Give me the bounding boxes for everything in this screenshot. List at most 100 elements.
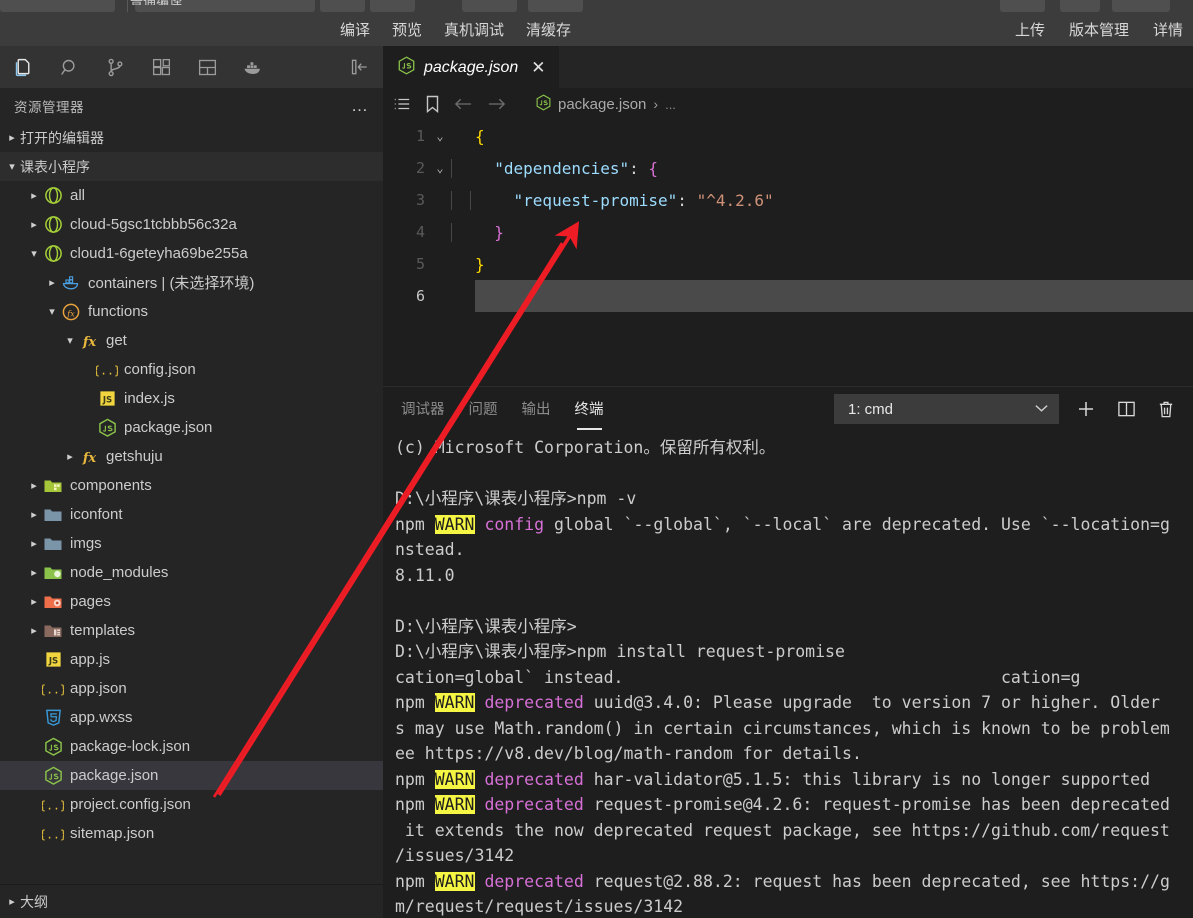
fold-chevron-down-icon[interactable]: ⌄ <box>429 161 451 175</box>
code-line[interactable]: 4 } <box>383 216 1193 248</box>
breadcrumb-file[interactable]: package.json <box>558 96 646 113</box>
refresh-button[interactable] <box>320 0 365 12</box>
twisty-icon[interactable] <box>26 479 42 492</box>
code-line-text: { <box>451 127 485 146</box>
terminal-text: request@2.88.2: request has been depreca… <box>583 871 1170 891</box>
twisty-icon[interactable] <box>26 508 42 521</box>
tab-terminal[interactable]: 终端 <box>575 398 604 430</box>
twisty-icon[interactable] <box>44 305 60 318</box>
twisty-icon[interactable] <box>62 450 78 463</box>
terminal-output[interactable]: (c) Microsoft Corporation。保留所有权利。 D:\小程序… <box>383 431 1193 918</box>
tree-item[interactable]: package.json <box>0 761 383 790</box>
tree-item[interactable]: {..} app.json <box>0 674 383 703</box>
twisty-icon[interactable] <box>62 334 78 347</box>
chevron-right-icon: › <box>653 96 659 112</box>
terminal-text: deprecated <box>484 871 584 891</box>
tree-item[interactable]: containers | (未选择环境) <box>0 268 383 297</box>
tree-item[interactable]: fxget <box>0 326 383 355</box>
terminal-line: it extends the now deprecated request pa… <box>395 818 1193 844</box>
explorer-icon[interactable] <box>0 46 46 88</box>
tree-item[interactable]: node_modules <box>0 558 383 587</box>
close-icon[interactable]: ✕ <box>531 59 545 76</box>
menu-upload[interactable]: 上传 <box>1015 19 1045 40</box>
tree-item[interactable]: {..} project.config.json <box>0 790 383 819</box>
tab-debugger[interactable]: 调试器 <box>401 398 445 421</box>
fold-chevron-down-icon[interactable]: ⌄ <box>429 129 451 143</box>
debug-button[interactable] <box>462 0 517 12</box>
upload-button[interactable] <box>1000 0 1045 12</box>
twisty-icon[interactable] <box>44 276 60 289</box>
detail-button[interactable] <box>1112 0 1170 12</box>
menu-detail[interactable]: 详情 <box>1153 19 1183 40</box>
tree-item[interactable]: fx functions <box>0 297 383 326</box>
code-line[interactable]: 6 <box>383 280 1193 312</box>
navigate-back-icon[interactable] <box>454 96 473 112</box>
tab-problems[interactable]: 问题 <box>469 398 498 421</box>
tree-item-label: all <box>70 187 86 204</box>
navigate-forward-icon[interactable] <box>487 96 506 112</box>
section-open-editors[interactable]: 打开的编辑器 <box>0 123 383 152</box>
svg-text:{..}: {..} <box>42 827 64 841</box>
search-icon[interactable] <box>46 46 92 88</box>
tree-item[interactable]: pages <box>0 587 383 616</box>
tree-item[interactable]: templates <box>0 616 383 645</box>
code-line[interactable]: 5} <box>383 248 1193 280</box>
code-line[interactable]: 1 ⌄ { <box>383 120 1193 152</box>
terminal-line: 8.11.0 <box>395 563 1193 589</box>
bookmark-icon[interactable] <box>425 95 440 113</box>
tree-item-label: node_modules <box>70 564 169 581</box>
tree-item[interactable]: JS app.js <box>0 645 383 674</box>
tree-item[interactable]: package.json <box>0 413 383 442</box>
code-line[interactable]: 2 ⌄ "dependencies": { <box>383 152 1193 184</box>
layout-icon[interactable] <box>184 46 230 88</box>
breadcrumb-more[interactable]: ... <box>665 97 676 112</box>
tree-item[interactable]: cloud1-6geteyha69be255a <box>0 239 383 268</box>
tab-package-json[interactable]: package.json ✕ <box>383 46 559 88</box>
tree-item[interactable]: {..} config.json <box>0 355 383 384</box>
tree-item[interactable]: app.wxss <box>0 703 383 732</box>
tree-item[interactable]: {..} sitemap.json <box>0 819 383 848</box>
new-terminal-button[interactable] <box>1073 396 1099 422</box>
collapse-sidebar-icon[interactable] <box>337 46 383 88</box>
tree-item[interactable]: iconfont <box>0 500 383 529</box>
explorer-more-actions-icon[interactable]: … <box>351 97 369 114</box>
tab-output[interactable]: 输出 <box>522 398 551 421</box>
menu-clear-cache[interactable]: 清缓存 <box>526 19 571 40</box>
tree-item[interactable]: components <box>0 471 383 500</box>
twisty-icon[interactable] <box>26 218 42 231</box>
tree-item-label: cloud1-6geteyha69be255a <box>70 245 248 262</box>
outline-list-icon[interactable] <box>393 96 411 112</box>
tree-item[interactable]: all <box>0 181 383 210</box>
code-line[interactable]: 3 "request-promise": "^4.2.6" <box>383 184 1193 216</box>
menu-preview[interactable]: 预览 <box>392 19 422 40</box>
devtools-pill-left[interactable] <box>0 0 115 12</box>
twisty-icon[interactable] <box>26 624 42 637</box>
split-terminal-button[interactable] <box>1113 396 1139 422</box>
clearcache-button[interactable] <box>528 0 583 12</box>
preview-button[interactable] <box>370 0 415 12</box>
menu-compile[interactable]: 编译 <box>340 19 370 40</box>
twisty-icon[interactable] <box>26 595 42 608</box>
menu-version-management[interactable]: 版本管理 <box>1069 19 1129 40</box>
tree-item[interactable]: fx getshuju <box>0 442 383 471</box>
twisty-icon[interactable] <box>26 247 42 260</box>
twisty-icon[interactable] <box>26 537 42 550</box>
section-outline[interactable]: 大纲 <box>0 884 383 918</box>
source-control-icon[interactable] <box>92 46 138 88</box>
menu-real-device-debug[interactable]: 真机调试 <box>444 19 504 40</box>
tree-item[interactable]: package-lock.json <box>0 732 383 761</box>
version-button[interactable] <box>1060 0 1100 12</box>
tree-item[interactable]: imgs <box>0 529 383 558</box>
twisty-icon[interactable] <box>26 566 42 579</box>
code-editor[interactable]: 1 ⌄{2 ⌄ "dependencies": {3 "request-promis… <box>383 120 1193 386</box>
docker-icon[interactable] <box>230 46 276 88</box>
tree-item[interactable]: JS index.js <box>0 384 383 413</box>
tree-item[interactable]: cloud-5gsc1tcbbb56c32a <box>0 210 383 239</box>
terminal-text: ee https://v8.dev/blog/math-random for d… <box>395 744 862 763</box>
extensions-icon[interactable] <box>138 46 184 88</box>
terminal-selector[interactable]: 1: cmd <box>834 394 1059 424</box>
kill-terminal-button[interactable] <box>1153 396 1179 422</box>
twisty-icon[interactable] <box>26 189 42 202</box>
section-workspace-root[interactable]: 课表小程序 <box>0 152 383 181</box>
